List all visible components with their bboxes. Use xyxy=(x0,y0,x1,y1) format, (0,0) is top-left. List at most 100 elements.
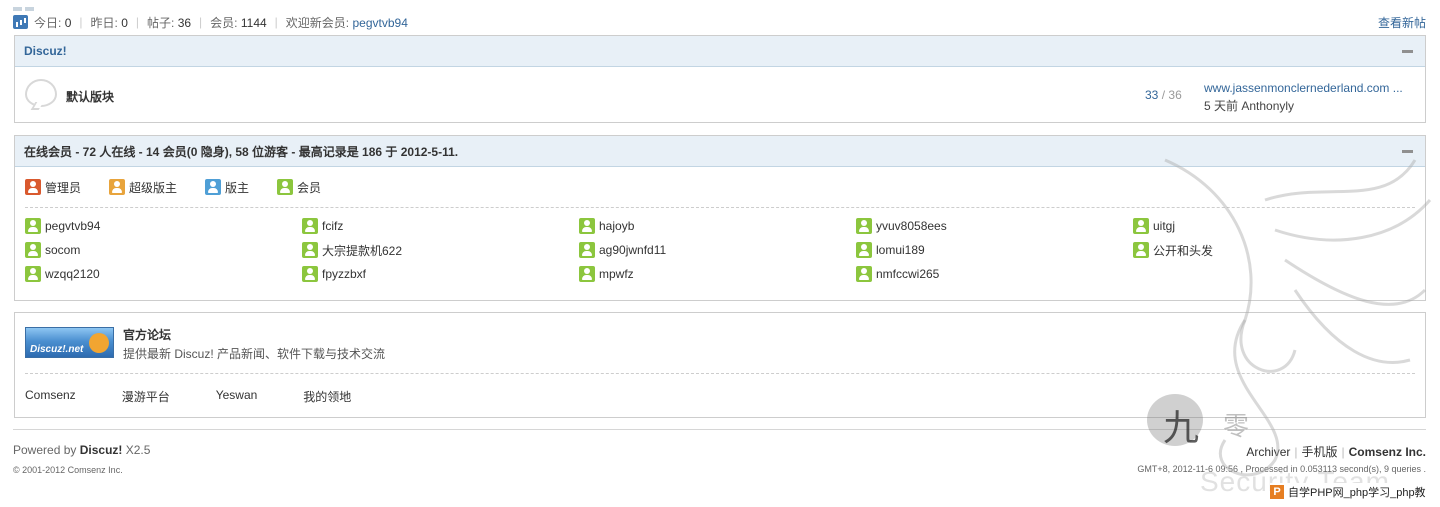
thread-count: 33 xyxy=(1145,88,1159,102)
copyright: © 2001-2012 Comsenz Inc. xyxy=(13,465,123,475)
last-post-title-link[interactable]: www.jassenmonclernederland.com ... xyxy=(1204,79,1403,97)
text-link[interactable]: 我的领地 xyxy=(303,388,351,416)
online-member[interactable]: 公开和头发 xyxy=(1133,242,1410,258)
p-logo-icon: P xyxy=(1270,484,1284,499)
collapse-icon[interactable] xyxy=(1402,149,1413,153)
logo-circle-icon xyxy=(89,333,109,353)
online-member[interactable]: pegvtvb94 xyxy=(25,218,302,234)
footer-links: Archiver | 手机版 | Comsenz Inc. xyxy=(1246,445,1426,459)
count-separator: / xyxy=(1161,88,1166,102)
company-link[interactable]: Comsenz Inc. xyxy=(1349,445,1426,459)
category-header: Discuz! xyxy=(15,36,1425,67)
online-member[interactable]: hajoyb xyxy=(579,218,856,234)
separator: | xyxy=(135,15,139,29)
member-user-icon xyxy=(302,242,318,258)
post-count: 36 xyxy=(1168,88,1182,102)
member-name-link[interactable]: socom xyxy=(45,243,80,257)
online-member[interactable]: fpyzzbxf xyxy=(302,266,579,282)
mod-user-icon xyxy=(205,179,222,195)
logo-text: Discuz!.net xyxy=(30,344,84,355)
separator: | xyxy=(199,15,203,29)
member-name-link[interactable]: 公开和头发 xyxy=(1153,242,1213,259)
online-header: 在线会员 - 72 人在线 - 14 会员(0 隐身), 58 位游客 - 最高… xyxy=(15,136,1425,167)
member-name-link[interactable]: fcifz xyxy=(322,219,343,233)
discuz-net-logo[interactable]: Discuz!.net xyxy=(25,327,114,358)
member-user-icon xyxy=(579,266,595,282)
forum-bubble-icon xyxy=(25,79,57,107)
member-user-icon xyxy=(25,218,41,234)
online-summary: 在线会员 - 72 人在线 - 14 会员(0 隐身), 58 位游客 - 最高… xyxy=(24,144,459,159)
member-name-link[interactable]: uitgj xyxy=(1153,219,1175,233)
supermod-user-icon xyxy=(109,179,126,195)
friend-links-box: Discuz!.net 官方论坛 提供最新 Discuz! 产品新闻、软件下载与… xyxy=(14,312,1426,418)
stat-members: 会员: 1144 xyxy=(210,15,267,30)
member-user-icon xyxy=(579,218,595,234)
member-user-icon xyxy=(856,242,872,258)
stat-welcome: 欢迎新会员: pegvtvb94 xyxy=(285,15,408,30)
forum-row: 默认版块 33 / 36 www.jassenmonclernederland.… xyxy=(15,67,1425,122)
member-name-link[interactable]: wzqq2120 xyxy=(45,267,100,281)
online-member[interactable]: 大宗提款机622 xyxy=(302,242,579,258)
footer-divider xyxy=(13,429,1426,430)
online-member[interactable]: uitgj xyxy=(1133,218,1410,234)
member-user-icon xyxy=(277,179,294,195)
online-member-list: pegvtvb94 fcifz hajoyb yvuv8058ees uitgj soco… xyxy=(15,208,1425,282)
discuz-link[interactable]: Discuz! xyxy=(80,443,123,457)
admin-user-icon xyxy=(25,179,41,195)
stat-yesterday: 昨日: 0 xyxy=(90,15,128,30)
member-name-link[interactable]: yvuv8058ees xyxy=(876,219,947,233)
legend-member: 会员 xyxy=(277,179,321,196)
online-members-box: 在线会员 - 72 人在线 - 14 会员(0 隐身), 58 位游客 - 最高… xyxy=(14,135,1426,301)
online-member[interactable]: fcifz xyxy=(302,218,579,234)
last-post: www.jassenmonclernederland.com ... 5 天前 … xyxy=(1204,79,1403,115)
online-member[interactable]: socom xyxy=(25,242,302,258)
newest-member-link[interactable]: pegvtvb94 xyxy=(352,16,407,30)
watermark-badge: P 自学PHP网_php学习_php教 xyxy=(1270,483,1426,500)
online-member[interactable]: nmfccwi265 xyxy=(856,266,1133,282)
member-user-icon xyxy=(579,242,595,258)
link-title[interactable]: 官方论坛 xyxy=(123,326,171,343)
powered-by: Powered by Discuz! X2.5 xyxy=(13,443,151,457)
user-legend: 管理员 超级版主 版主 会员 xyxy=(15,167,1425,207)
member-name-link[interactable]: hajoyb xyxy=(599,219,634,233)
collapse-icon[interactable] xyxy=(1402,49,1413,53)
archiver-link[interactable]: Archiver xyxy=(1246,445,1290,459)
text-link[interactable]: 漫游平台 xyxy=(122,388,170,416)
member-user-icon xyxy=(1133,218,1149,234)
link-description: 提供最新 Discuz! 产品新闻、软件下载与技术交流 xyxy=(123,347,386,361)
top-strip xyxy=(13,0,43,11)
category-box: Discuz! 默认版块 33 / 36 www.jassenmonclerne… xyxy=(14,35,1426,123)
online-member[interactable]: wzqq2120 xyxy=(25,266,302,282)
stats-bar: 今日: 0 | 昨日: 0 | 帖子: 36 | 会员: 1144 | 欢迎新会… xyxy=(13,12,1426,32)
text-link[interactable]: Comsenz xyxy=(25,388,76,416)
member-name-link[interactable]: nmfccwi265 xyxy=(876,267,939,281)
category-title[interactable]: Discuz! xyxy=(24,44,67,58)
stat-posts: 帖子: 36 xyxy=(147,15,192,30)
forum-name-link[interactable]: 默认版块 xyxy=(66,88,114,105)
member-user-icon xyxy=(856,266,872,282)
member-user-icon xyxy=(25,266,41,282)
view-new-posts-link[interactable]: 查看新帖 xyxy=(1378,14,1426,31)
member-name-link[interactable]: pegvtvb94 xyxy=(45,219,100,233)
online-member[interactable]: ag90jwnfd11 xyxy=(579,242,856,258)
online-member[interactable]: mpwfz xyxy=(579,266,856,282)
legend-mod: 版主 xyxy=(205,179,249,196)
separator: | xyxy=(274,15,278,29)
member-name-link[interactable]: lomui189 xyxy=(876,243,925,257)
member-user-icon xyxy=(856,218,872,234)
member-user-icon xyxy=(302,266,318,282)
online-member[interactable]: lomui189 xyxy=(856,242,1133,258)
separator: | xyxy=(79,15,83,29)
online-member[interactable]: yvuv8058ees xyxy=(856,218,1133,234)
legend-supermod: 超级版主 xyxy=(109,179,177,196)
member-name-link[interactable]: 大宗提款机622 xyxy=(322,242,402,259)
member-name-link[interactable]: fpyzzbxf xyxy=(322,267,366,281)
member-name-link[interactable]: ag90jwnfd11 xyxy=(599,243,666,257)
mobile-link[interactable]: 手机版 xyxy=(1302,445,1338,459)
featured-link: Discuz!.net 官方论坛 提供最新 Discuz! 产品新闻、软件下载与… xyxy=(15,313,1425,365)
member-user-icon xyxy=(1133,242,1149,258)
text-link[interactable]: Yeswan xyxy=(216,388,258,416)
member-user-icon xyxy=(25,242,41,258)
member-name-link[interactable]: mpwfz xyxy=(599,267,634,281)
legend-admin: 管理员 xyxy=(25,179,81,196)
